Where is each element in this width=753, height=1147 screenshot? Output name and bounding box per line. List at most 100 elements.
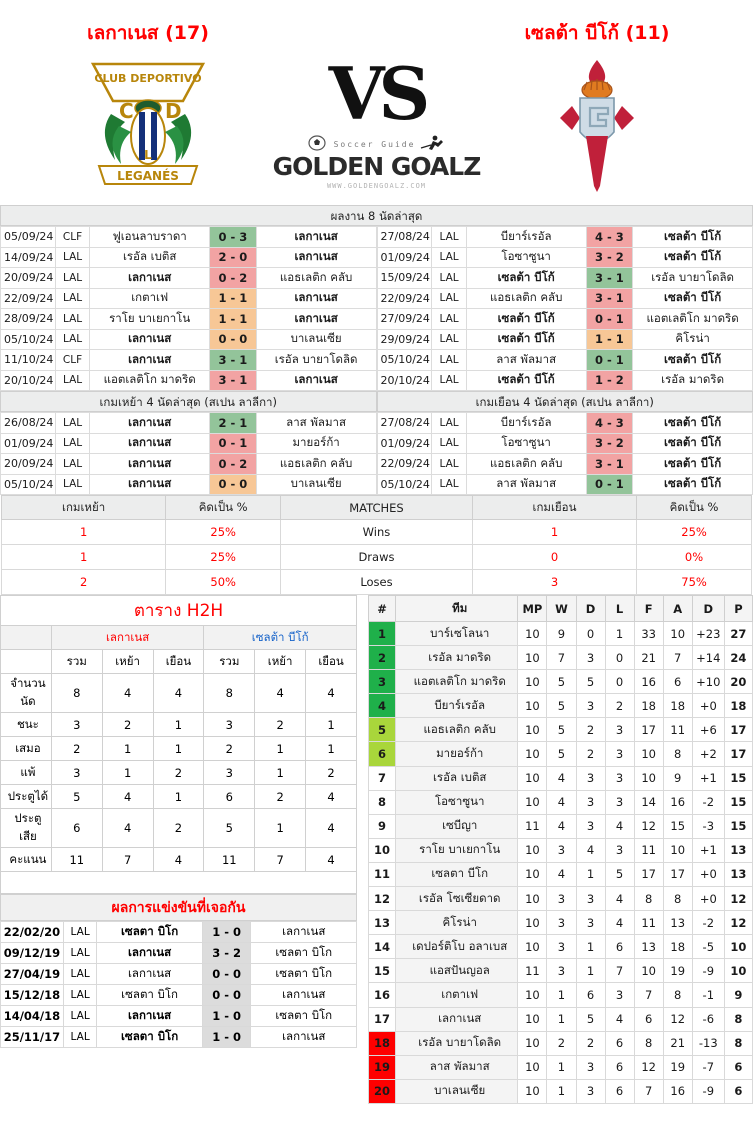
competition-code: LAL [54, 412, 91, 434]
standings-goals-for: 7 [633, 982, 664, 1008]
standings-rank: 11 [367, 861, 397, 888]
past-result-row[interactable]: 15/12/18 LAL เซลตา บิโก 0 - 0 เลกาเนส [0, 984, 357, 1006]
standings-row[interactable]: 1 บาร์เซโลนา 10 9 0 1 33 10 +23 27 [367, 620, 753, 647]
standings-row[interactable]: 12 เรอัล โซเซียดาด 10 3 3 4 8 8 +0 12 [367, 886, 753, 912]
standings-goals-against: 12 [662, 1006, 693, 1032]
standings-row[interactable]: 17 เลกาเนส 10 1 5 4 6 12 -6 8 [367, 1006, 753, 1032]
standings-points: 15 [723, 789, 753, 815]
standings-team-name: ราโย บาเยกาโน [395, 837, 519, 863]
standings-goals-against: 18 [662, 693, 693, 719]
standings-draws: 1 [575, 861, 606, 888]
h2h-team-header-row: เลกาเนส เซลต้า บีโก้ [0, 625, 357, 650]
standings-row[interactable]: 20 บาเลนเซีย 10 1 3 6 7 16 -9 6 [367, 1078, 753, 1104]
standings-row[interactable]: 2 เรอัล มาดริด 10 7 3 0 21 7 +14 24 [367, 645, 753, 671]
standings-row[interactable]: 18 เรอัล บายาโดลิด 10 2 2 6 8 21 -13 8 [367, 1030, 753, 1056]
standings-draws: 4 [575, 837, 606, 863]
h2h-value: 4 [152, 673, 205, 713]
standings-row[interactable]: 11 เซลตา บีโก 10 4 1 5 17 17 +0 13 [367, 861, 753, 888]
score-cell: 0 - 1 [585, 349, 634, 371]
match-row[interactable]: 22/09/24 LAL แอธเลติก คลับ 3 - 1 เซลต้า บีโก… [376, 453, 753, 475]
match-row[interactable]: 05/10/24 LAL ลาส พัลมาส 0 - 1 เซลต้า บีโก้ [376, 349, 753, 371]
match-row[interactable]: 20/09/24 LAL เลกาเนส 0 - 2 แอธเลติก คลับ [0, 453, 377, 475]
home-team-cell: เซลตา บิโก [96, 921, 203, 943]
h2h-value: 1 [254, 808, 307, 848]
match-date: 22/09/24 [376, 287, 433, 309]
standings-row[interactable]: 6 มายอร์ก้า 10 5 2 3 10 8 +2 17 [367, 741, 753, 767]
match-row[interactable]: 27/09/24 LAL เซลต้า บีโก้ 0 - 1 แอตเลติโก มา… [376, 308, 753, 330]
past-result-row[interactable]: 27/04/19 LAL เลกาเนส 0 - 0 เซลตา บิโก [0, 963, 357, 985]
standings-row[interactable]: 3 แอตเลติโก มาดริด 10 5 5 0 16 6 +10 20 [367, 669, 753, 695]
standings-points: 17 [723, 741, 753, 767]
match-row[interactable]: 20/09/24 LAL เลกาเนส 0 - 2 แอธเลติก คลับ [0, 267, 377, 289]
match-row[interactable]: 22/09/24 LAL แอธเลติก คลับ 3 - 1 เซลต้า บีโก… [376, 287, 753, 309]
home-team-cell: เลกาเนส [96, 963, 203, 985]
match-row[interactable]: 14/09/24 LAL เรอัล เบติส 2 - 0 เลกาเนส [0, 246, 377, 268]
standings-draws: 2 [575, 1030, 606, 1056]
match-date: 22/02/20 [0, 921, 64, 943]
score-cell: 3 - 2 [585, 432, 634, 454]
match-row[interactable]: 22/09/24 LAL เกตาเฟ 1 - 1 เลกาเนส [0, 287, 377, 309]
standings-losses: 4 [604, 813, 635, 839]
match-row[interactable]: 01/09/24 LAL โอซาซูนา 3 - 2 เซลต้า บีโก้ [376, 432, 753, 454]
standings-rank: 12 [367, 886, 397, 912]
away-venue-results: 27/08/24 LAL บียาร์เรอัล 4 - 3 เซลต้า บีโก้ 0… [376, 412, 753, 495]
match-row[interactable]: 05/10/24 LAL เลกาเนส 0 - 0 บาเลนเซีย [0, 328, 377, 350]
standings-row[interactable]: 4 บียาร์เรอัล 10 5 3 2 18 18 +0 18 [367, 693, 753, 719]
standings-wins: 4 [546, 789, 577, 815]
standings-mp: 10 [517, 620, 548, 647]
standings-losses: 6 [604, 934, 635, 960]
h2h-row-label: แพ้ [0, 760, 52, 785]
away-team-cell: เลกาเนส [250, 984, 357, 1006]
away-team-cell: แอธเลติก คลับ [255, 453, 377, 475]
standings-row[interactable]: 15 แอสปันญอล 11 3 1 7 10 19 -9 10 [367, 958, 753, 984]
home-team-cell: เซลต้า บีโก้ [465, 308, 587, 330]
standings-row[interactable]: 9 เซบีญา 11 4 3 4 12 15 -3 15 [367, 813, 753, 839]
match-row[interactable]: 20/10/24 LAL เซลต้า บีโก้ 1 - 2 เรอัล มาดริด [376, 369, 753, 391]
match-row[interactable]: 27/08/24 LAL บียาร์เรอัล 4 - 3 เซลต้า บีโก้ [376, 412, 753, 434]
past-result-row[interactable]: 09/12/19 LAL เลกาเนส 3 - 2 เซลตา บิโก [0, 942, 357, 964]
match-row[interactable]: 01/09/24 LAL โอซาซูนา 3 - 2 เซลต้า บีโก้ [376, 246, 753, 268]
past-result-row[interactable]: 25/11/17 LAL เซลตา บิโก 1 - 0 เลกาเนส [0, 1026, 357, 1048]
match-row[interactable]: 29/09/24 LAL เซลต้า บีโก้ 1 - 1 คิโรน่า [376, 328, 753, 350]
standings-row[interactable]: 16 เกตาเฟ 10 1 6 3 7 8 -1 9 [367, 982, 753, 1008]
match-row[interactable]: 05/10/24 LAL เลกาเนส 0 - 0 บาเลนเซีย [0, 473, 377, 495]
match-row[interactable]: 05/10/24 LAL ลาส พัลมาส 0 - 1 เซลต้า บีโก้ [376, 473, 753, 495]
match-row[interactable]: 11/10/24 CLF เลกาเนส 3 - 1 เรอัล บายาโดลิด [0, 349, 377, 371]
match-row[interactable]: 20/10/24 LAL แอตเลติโก มาดริด 3 - 1 เลกาเนส [0, 369, 377, 391]
score-cell: 0 - 0 [209, 473, 257, 495]
standings-col-d: D [575, 595, 606, 622]
standings-goals-for: 13 [633, 934, 664, 960]
h2h-row-label: จำนวนนัด [0, 673, 52, 713]
standings-row[interactable]: 5 แอธเลติก คลับ 10 5 2 3 17 11 +6 17 [367, 717, 753, 743]
standings-row[interactable]: 7 เรอัล เบติส 10 4 3 3 10 9 +1 15 [367, 765, 753, 791]
standings-row[interactable]: 10 ราโย บาเยกาโน 10 3 4 3 11 10 +1 13 [367, 837, 753, 863]
standings-row[interactable]: 19 ลาส พัลมาส 10 1 3 6 12 19 -7 6 [367, 1054, 753, 1080]
standings-points: 18 [723, 693, 753, 719]
h2h-value: 2 [254, 712, 307, 737]
home-team-cell: เลกาเนส [89, 432, 211, 454]
standings-rank: 8 [367, 789, 397, 815]
score-cell: 1 - 1 [209, 287, 257, 309]
match-row[interactable]: 27/08/24 LAL บียาร์เรอัล 4 - 3 เซลต้า บีโก้ [376, 226, 753, 248]
past-result-row[interactable]: 22/02/20 LAL เซลตา บิโก 1 - 0 เลกาเนส [0, 921, 357, 943]
home-team-cell: เลกาเนส [89, 267, 211, 289]
h2h-row: เสมอ 2 1 1 2 1 1 [0, 736, 357, 761]
standings-goals-for: 12 [633, 1054, 664, 1080]
standings-goal-diff: +2 [691, 741, 725, 767]
standings-row[interactable]: 14 เดปอร์ติโบ อลาเบส 10 3 1 6 13 18 -5 10 [367, 934, 753, 960]
standings-team-name: แอตเลติโก มาดริด [395, 669, 519, 695]
stat-away-value: 1 [471, 519, 638, 545]
standings-wins: 5 [546, 669, 577, 695]
match-row[interactable]: 15/09/24 LAL เซลต้า บีโก้ 3 - 1 เรอัล บายาโด… [376, 267, 753, 289]
match-row[interactable]: 01/09/24 LAL เลกาเนส 0 - 1 มายอร์ก้า [0, 432, 377, 454]
match-row[interactable]: 05/09/24 CLF ฟูเอนลาบราดา 0 - 3 เลกาเนส [0, 226, 377, 248]
match-row[interactable]: 28/09/24 LAL ราโย บาเยกาโน 1 - 1 เลกาเนส [0, 308, 377, 330]
standings-draws: 3 [575, 693, 606, 719]
standings-row[interactable]: 8 โอซาซูนา 10 4 3 3 14 16 -2 15 [367, 789, 753, 815]
standings-mp: 10 [517, 717, 548, 743]
away-team-cell: เซลตา บิโก [250, 942, 357, 964]
stat-away-value: 0 [471, 544, 638, 570]
past-result-row[interactable]: 14/04/18 LAL เลกาเนส 1 - 0 เซลตา บิโก [0, 1005, 357, 1027]
standings-row[interactable]: 13 คิโรน่า 10 3 3 4 11 13 -2 12 [367, 910, 753, 936]
match-row[interactable]: 26/08/24 LAL เลกาเนส 2 - 1 ลาส พัลมาส [0, 412, 377, 434]
